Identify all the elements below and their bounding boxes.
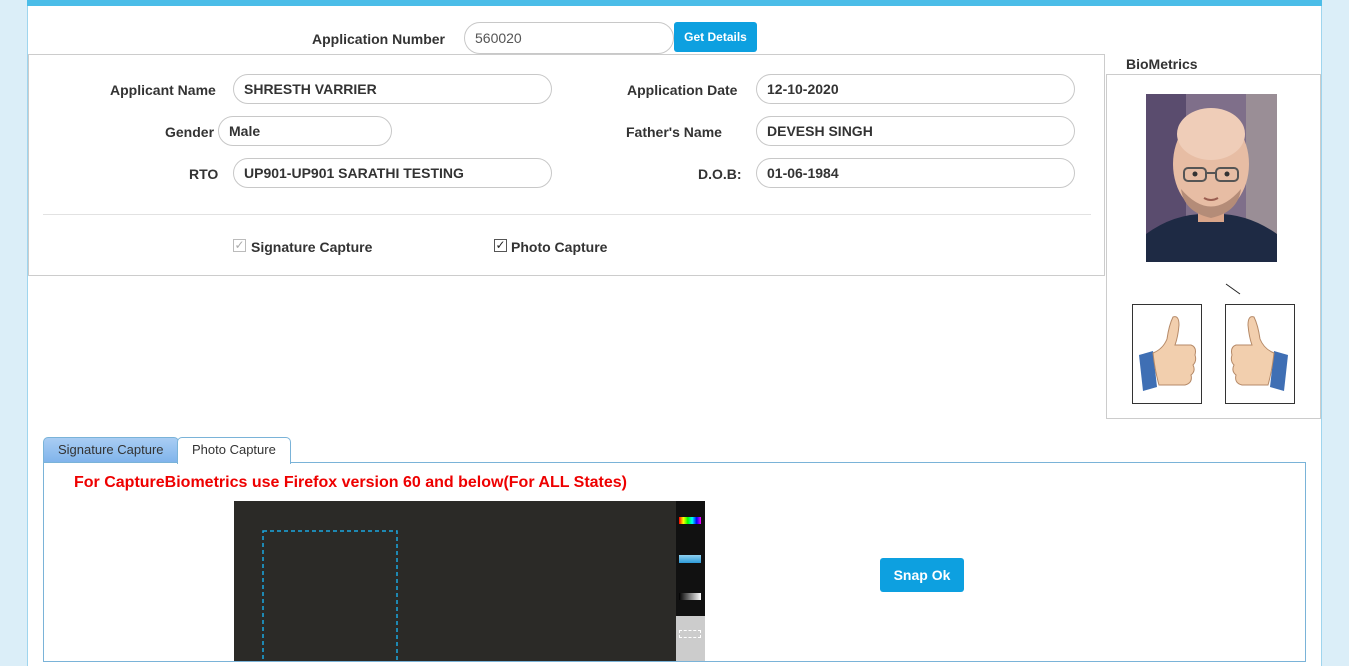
signature-capture-label: Signature Capture [251,239,373,255]
photo-capture-checkbox[interactable]: ✓ [494,239,507,252]
firefox-warning: For CaptureBiometrics use Firefox versio… [74,474,628,491]
application-date-field[interactable]: 12-10-2020 [756,74,1075,104]
crop-icon [679,630,701,638]
color-palette-icon[interactable] [679,517,701,524]
crop-tool-area[interactable] [676,616,705,661]
applicant-photo [1146,94,1277,262]
tab-photo-capture[interactable]: Photo Capture [177,437,291,464]
signature-capture-checkbox[interactable]: ✓ [233,239,246,252]
fathers-name-field[interactable]: DEVESH SINGH [756,116,1075,146]
tab-signature-capture[interactable]: Signature Capture [43,437,179,463]
brightness-icon[interactable] [679,555,701,563]
applicant-name-field[interactable]: SHRESTH VARRIER [233,74,552,104]
crop-frame [262,530,398,661]
details-divider [43,214,1091,215]
dob-label: D.O.B: [698,166,742,182]
contrast-icon[interactable] [679,593,701,600]
rto-field[interactable]: UP901-UP901 SARATHI TESTING [233,158,552,188]
dob-field[interactable]: 01-06-1984 [756,158,1075,188]
application-date-label: Application Date [627,82,738,98]
left-thumb-box[interactable] [1132,304,1202,404]
gender-label: Gender [165,124,215,140]
gender-field[interactable]: Male [218,116,392,146]
application-number-label: Application Number [312,31,446,47]
separator-stroke [1225,283,1241,295]
webcam-preview[interactable] [234,501,676,661]
biometrics-title: BioMetrics [1126,56,1198,72]
thumbs-up-icon [1139,316,1197,391]
snap-ok-button[interactable]: Snap Ok [880,558,964,592]
get-details-button[interactable]: Get Details [674,22,757,52]
thumbs-up-icon [1230,316,1288,391]
fathers-name-label: Father's Name [626,124,722,140]
webcam-toolbar [676,501,705,661]
right-thumb-box[interactable] [1225,304,1295,404]
photo-capture-label: Photo Capture [511,239,608,255]
rto-label: RTO [189,166,219,182]
application-number-input[interactable] [464,22,674,54]
applicant-name-label: Applicant Name [110,82,216,98]
